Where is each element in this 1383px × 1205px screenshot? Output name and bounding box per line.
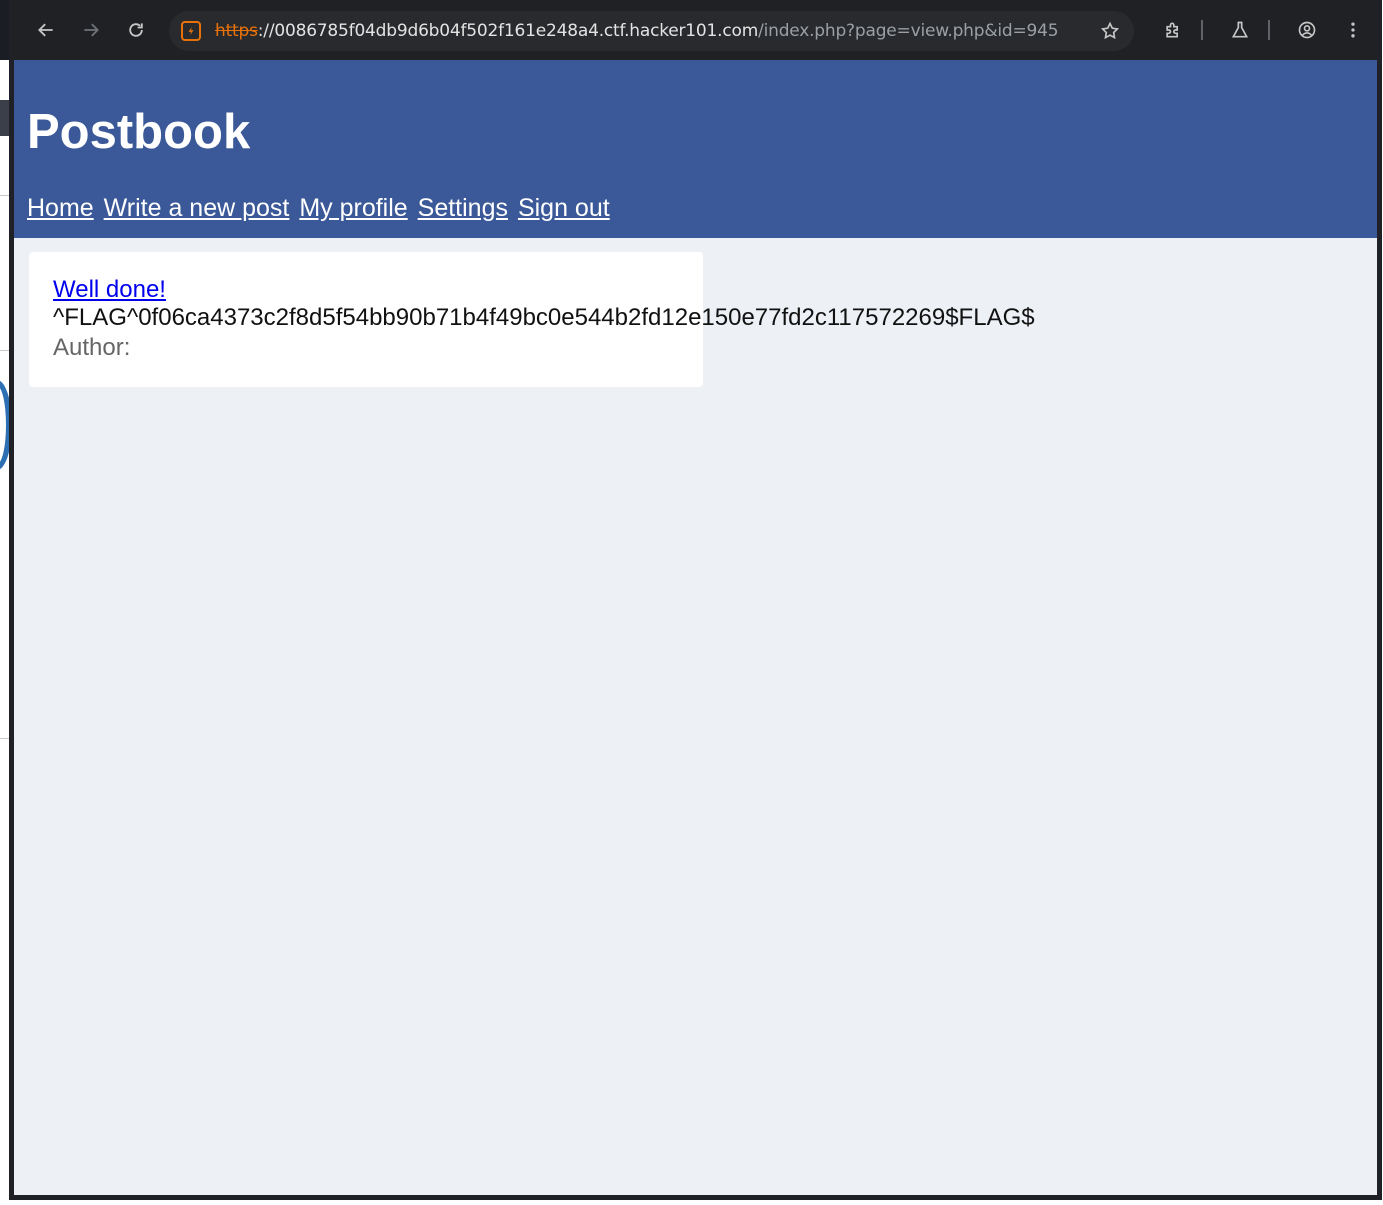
forward-icon bbox=[84, 23, 99, 37]
nav-sign-out-link[interactable]: Sign out bbox=[518, 194, 610, 222]
post-card: Well done! ^FLAG^0f06ca4373c2f8d5f54bb90… bbox=[29, 252, 1035, 387]
address-bar[interactable]: https://0086785f04db9d6b04f502f161e248a4… bbox=[169, 11, 1134, 51]
reload-icon bbox=[129, 23, 143, 37]
toolbar-divider bbox=[1201, 20, 1203, 40]
post-body: ^FLAG^0f06ca4373c2f8d5f54bb90b71b4f49bc0… bbox=[53, 304, 1035, 331]
extensions-button[interactable] bbox=[1155, 12, 1191, 48]
reload-button[interactable] bbox=[118, 12, 154, 48]
forward-button[interactable] bbox=[73, 12, 109, 48]
profile-icon bbox=[1298, 21, 1316, 39]
post-author: Author: bbox=[53, 334, 131, 361]
extensions-icon bbox=[1166, 22, 1178, 38]
menu-button[interactable] bbox=[1335, 12, 1371, 48]
post-title-link[interactable]: Well done! bbox=[53, 276, 166, 304]
nav-my-profile-link[interactable]: My profile bbox=[299, 194, 407, 222]
url-path: /index.php?page=view.php&id=945 bbox=[758, 21, 1059, 41]
url-text[interactable]: https://0086785f04db9d6b04f502f161e248a4… bbox=[215, 21, 1059, 41]
site-header: Postbook Home Write a new post My profil… bbox=[14, 60, 1377, 238]
site-nav: Home Write a new post My profile Setting… bbox=[27, 194, 613, 223]
browser-toolbar: https://0086785f04db9d6b04f502f161e248a4… bbox=[14, 0, 1377, 60]
menu-icon bbox=[1351, 22, 1355, 38]
page-viewport: Postbook Home Write a new post My profil… bbox=[14, 60, 1377, 1195]
profile-button[interactable] bbox=[1289, 12, 1325, 48]
url-host: ://0086785f04db9d6b04f502f161e248a4.ctf.… bbox=[257, 21, 759, 41]
bookmark-star-icon[interactable] bbox=[1100, 21, 1120, 41]
nav-home-link[interactable]: Home bbox=[27, 194, 94, 222]
nav-write-post-link[interactable]: Write a new post bbox=[104, 194, 290, 222]
labs-icon bbox=[1231, 21, 1249, 38]
browser-window: https://0086785f04db9d6b04f502f161e248a4… bbox=[9, 0, 1382, 1200]
toolbar-divider bbox=[1268, 20, 1270, 40]
back-icon bbox=[38, 23, 53, 37]
labs-button[interactable] bbox=[1222, 12, 1258, 48]
url-scheme: https bbox=[215, 21, 258, 41]
nav-settings-link[interactable]: Settings bbox=[418, 194, 508, 222]
site-title: Postbook bbox=[27, 105, 251, 159]
site-info-icon[interactable] bbox=[181, 21, 201, 41]
back-button[interactable] bbox=[28, 12, 64, 48]
